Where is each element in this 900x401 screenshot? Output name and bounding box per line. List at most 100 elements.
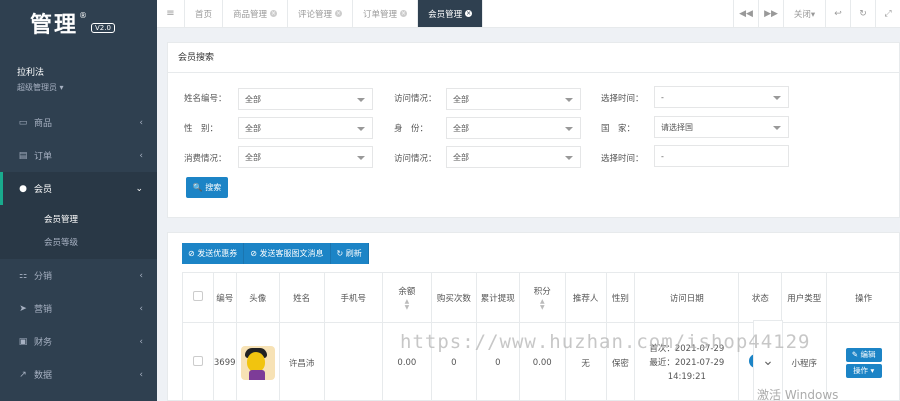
select-value: 请选择国 <box>661 122 693 132</box>
user-profile[interactable]: 拉利法 超级管理员 ▾ <box>0 46 157 106</box>
sidebar-item-label: 商品 <box>34 119 53 129</box>
sidebar-subitem-member-manage[interactable]: 会员管理 <box>0 207 157 230</box>
time-label: 选择时间： <box>601 94 644 104</box>
header-balance[interactable]: 余额 ▲ ▼ <box>381 272 432 323</box>
gender-select[interactable]: 全部 <box>238 117 373 139</box>
prev-tabs-icon[interactable]: ◀◀ <box>733 0 758 27</box>
close-icon[interactable]: × <box>400 10 408 17</box>
header-user-type: 用户类型 <box>781 272 828 323</box>
sidebar-item-orders[interactable]: ▤ 订单 ‹ <box>0 139 157 172</box>
sidebar-subitem-member-level[interactable]: 会员等级 <box>0 230 157 253</box>
tab-members[interactable]: 会员管理 × <box>418 0 484 27</box>
list-icon: ▤ <box>18 150 28 161</box>
caret-down-icon <box>565 127 573 131</box>
visit-label: 访问情况： <box>394 94 437 104</box>
sort-icon[interactable]: ▲ ▼ <box>383 298 431 311</box>
time-range-input[interactable]: - <box>654 86 789 108</box>
sort-icon[interactable]: ▲ ▼ <box>520 298 565 311</box>
chevron-down-icon[interactable]: ⌄ <box>753 320 783 401</box>
country-label: 国 家： <box>601 124 636 134</box>
sidebar-item-marketing[interactable]: ➤ 营销 ‹ <box>0 292 157 325</box>
sidebar-item-goods[interactable]: ▭ 商品 ‹ <box>0 106 157 139</box>
logo-text: 管理 <box>30 13 79 38</box>
select-value: 全部 <box>453 152 469 162</box>
header-id: 编号 <box>212 272 237 323</box>
identity-select[interactable]: 全部 <box>446 117 581 139</box>
sidebar-item-label: 数据 <box>34 371 53 381</box>
country-select[interactable]: 请选择国 <box>654 116 789 138</box>
member-table: 编号 头像 姓名 手机号 余额 ▲ ▼ 购买次数 累计提现 积分 ▲ ▼ 推荐人 性别 … <box>182 272 899 400</box>
consume-select[interactable]: 全部 <box>238 146 373 168</box>
row-select[interactable] <box>182 322 214 400</box>
money-icon: ▣ <box>18 336 28 347</box>
close-icon[interactable]: × <box>335 10 343 17</box>
tab-goods[interactable]: 商品管理 × <box>223 0 289 27</box>
row-checkbox[interactable] <box>192 356 203 366</box>
close-icon[interactable]: × <box>270 10 278 17</box>
close-icon[interactable]: × <box>465 10 473 17</box>
cell-points: 0.00 <box>518 322 566 400</box>
sitemap-icon: ⚏ <box>18 270 28 281</box>
visit-last: 最近：2021-07-29 14:19:21 <box>649 357 725 382</box>
header-label: 手机号 <box>340 293 366 304</box>
chevron-left-icon: ‹ <box>139 150 143 161</box>
header-label: 头像 <box>249 293 267 304</box>
sidebar-item-members[interactable]: ● 会员 ⌄ <box>0 172 157 205</box>
select-all-checkbox[interactable] <box>192 291 203 301</box>
header-points[interactable]: 积分 ▲ ▼ <box>518 272 566 323</box>
caret-down-icon <box>565 156 573 160</box>
user-icon: ● <box>19 183 27 194</box>
sidebar-item-label: 营销 <box>34 305 53 315</box>
tab-comments[interactable]: 评论管理 × <box>288 0 354 27</box>
header-purchases: 购买次数 <box>430 272 477 323</box>
header-visit-date: 访问日期 <box>634 272 740 323</box>
send-coupon-button[interactable]: ⊘ 发送优惠券 <box>182 243 245 264</box>
sidebar: 管理 ® V2.0 拉利法 超级管理员 ▾ ▭ 商品 ‹ ▤ 订单 ‹ ● 会员… <box>0 0 157 401</box>
id-select[interactable]: 全部 <box>238 88 373 110</box>
tab-orders[interactable]: 订单管理 × <box>353 0 419 27</box>
header-label: 购买次数 <box>436 293 471 304</box>
send-service-message-button[interactable]: ⊘ 发送客服图文消息 <box>244 243 331 264</box>
header-label: 余额 <box>398 286 416 297</box>
cell-user-type: 小程序 <box>781 322 828 400</box>
close-tabs-dropdown[interactable]: 关闭▾ <box>783 0 825 27</box>
identity-label: 身 份： <box>394 124 429 134</box>
cell-id: 3699 <box>212 322 237 400</box>
refresh-button[interactable]: ↻ 刷新 <box>330 243 369 264</box>
header-select[interactable] <box>182 272 214 323</box>
version-badge: V2.0 <box>91 23 115 33</box>
tab-label: 会员管理 <box>428 9 463 20</box>
table-header-row: 编号 头像 姓名 手机号 余额 ▲ ▼ 购买次数 累计提现 积分 ▲ ▼ 推荐人 性别 … <box>182 272 899 323</box>
header-label: 操作 <box>855 293 873 304</box>
visit-select-2[interactable]: 全部 <box>446 146 581 168</box>
operation-dropdown-button[interactable]: 操作 ▾ <box>845 363 882 378</box>
sidebar-item-data[interactable]: ↗ 数据 ‹ <box>0 358 157 391</box>
user-role-dropdown[interactable]: 超级管理员 ▾ <box>17 82 157 93</box>
visit-select[interactable]: 全部 <box>446 88 581 110</box>
back-icon[interactable]: ↩ <box>825 0 850 27</box>
header-label: 用户类型 <box>787 293 822 304</box>
table-toolbar: ⊘ 发送优惠券 ⊘ 发送客服图文消息 ↻ 刷新 <box>182 243 369 264</box>
header-label: 编号 <box>216 293 234 304</box>
header-avatar: 头像 <box>235 272 280 323</box>
id-label: 姓名编号： <box>184 94 227 104</box>
next-tabs-icon[interactable]: ▶▶ <box>758 0 783 27</box>
time-range-input-2[interactable]: - <box>654 145 789 167</box>
caret-down-icon <box>773 126 781 130</box>
search-button[interactable]: 🔍 搜索 <box>186 177 228 198</box>
header-label: 姓名 <box>293 293 311 304</box>
sidebar-item-finance[interactable]: ▣ 财务 ‹ <box>0 325 157 358</box>
members-subnav: 会员管理 会员等级 <box>0 205 157 259</box>
cell-avatar <box>235 322 280 400</box>
edit-button[interactable]: ✎ 编辑 <box>845 347 882 362</box>
gender-label: 性 别： <box>184 124 219 134</box>
sidebar-item-label: 订单 <box>34 152 53 162</box>
fullscreen-icon[interactable]: ⤢ <box>875 0 900 27</box>
user-name: 拉利法 <box>17 68 45 78</box>
sidebar-item-distribution[interactable]: ⚏ 分销 ‹ <box>0 259 157 292</box>
refresh-icon[interactable]: ↻ <box>850 0 875 27</box>
tab-home[interactable]: 首页 <box>185 0 224 27</box>
menu-toggle-icon[interactable]: ≡ <box>157 0 185 27</box>
sidebar-item-label: 会员 <box>34 185 53 195</box>
select-value: 全部 <box>453 123 469 133</box>
